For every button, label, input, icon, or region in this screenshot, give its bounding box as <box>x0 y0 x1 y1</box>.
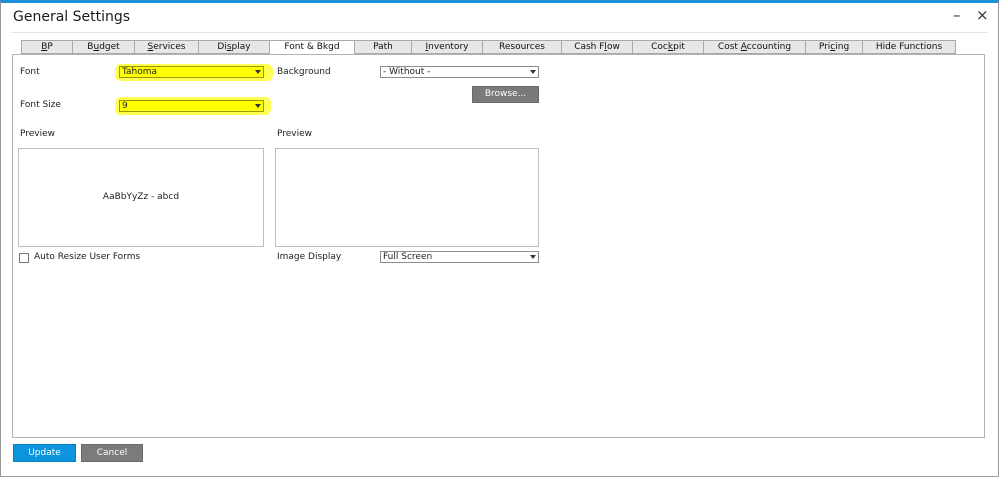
minimize-icon[interactable]: – <box>953 7 961 23</box>
tab-bp[interactable]: BP <box>21 40 73 54</box>
tab-cash-flow[interactable]: Cash Flow <box>562 40 633 54</box>
chevron-down-icon <box>255 104 261 108</box>
background-label: Background <box>277 67 331 77</box>
background-select-value: - Without - <box>383 67 431 77</box>
tab-display[interactable]: Display <box>199 40 270 54</box>
tab-cost-accounting[interactable]: Cost Accounting <box>704 40 806 54</box>
tab-pricing[interactable]: Pricing <box>806 40 863 54</box>
tab-cockpit[interactable]: Cockpit <box>633 40 704 54</box>
background-preview-box <box>275 148 539 247</box>
font-preview-box: AaBbYyZz - abcd <box>18 148 264 247</box>
auto-resize-label: Auto Resize User Forms <box>34 252 141 262</box>
image-display-select-value: Full Screen <box>383 252 433 262</box>
tab-budget[interactable]: Budget <box>73 40 135 54</box>
tab-hide-functions[interactable]: Hide Functions <box>863 40 956 54</box>
chevron-down-icon <box>530 70 536 74</box>
tab-resources[interactable]: Resources <box>483 40 562 54</box>
browse-button[interactable]: Browse... <box>472 86 539 103</box>
tab-strip: BP Budget Services Display Font & Bkgd P… <box>21 40 956 55</box>
tab-font-bkgd[interactable]: Font & Bkgd <box>270 40 355 55</box>
font-label: Font <box>20 67 40 77</box>
chevron-down-icon <box>255 70 261 74</box>
font-preview-text: AaBbYyZz - abcd <box>102 192 180 202</box>
cancel-button[interactable]: Cancel <box>81 444 143 462</box>
tab-services[interactable]: Services <box>135 40 199 54</box>
window-title: General Settings <box>13 9 131 25</box>
chevron-down-icon <box>530 255 536 259</box>
general-settings-window: General Settings – × BP Budget Services … <box>0 0 999 477</box>
background-select[interactable]: - Without - <box>380 66 539 78</box>
font-select-value: Tahoma <box>122 67 158 77</box>
background-preview-label: Preview <box>277 129 313 139</box>
font-select[interactable]: Tahoma <box>119 66 264 78</box>
image-display-label: Image Display <box>277 252 342 262</box>
title-separator <box>11 32 988 33</box>
font-preview-label: Preview <box>20 129 56 139</box>
image-display-select[interactable]: Full Screen <box>380 251 539 263</box>
tab-path[interactable]: Path <box>355 40 412 54</box>
font-size-label: Font Size <box>20 100 61 110</box>
tab-inventory[interactable]: Inventory <box>412 40 483 54</box>
close-icon[interactable]: × <box>976 7 989 23</box>
font-size-select-value: 9 <box>122 101 128 111</box>
update-button[interactable]: Update <box>13 444 76 462</box>
auto-resize-checkbox[interactable] <box>19 253 29 263</box>
font-size-select[interactable]: 9 <box>119 100 264 112</box>
